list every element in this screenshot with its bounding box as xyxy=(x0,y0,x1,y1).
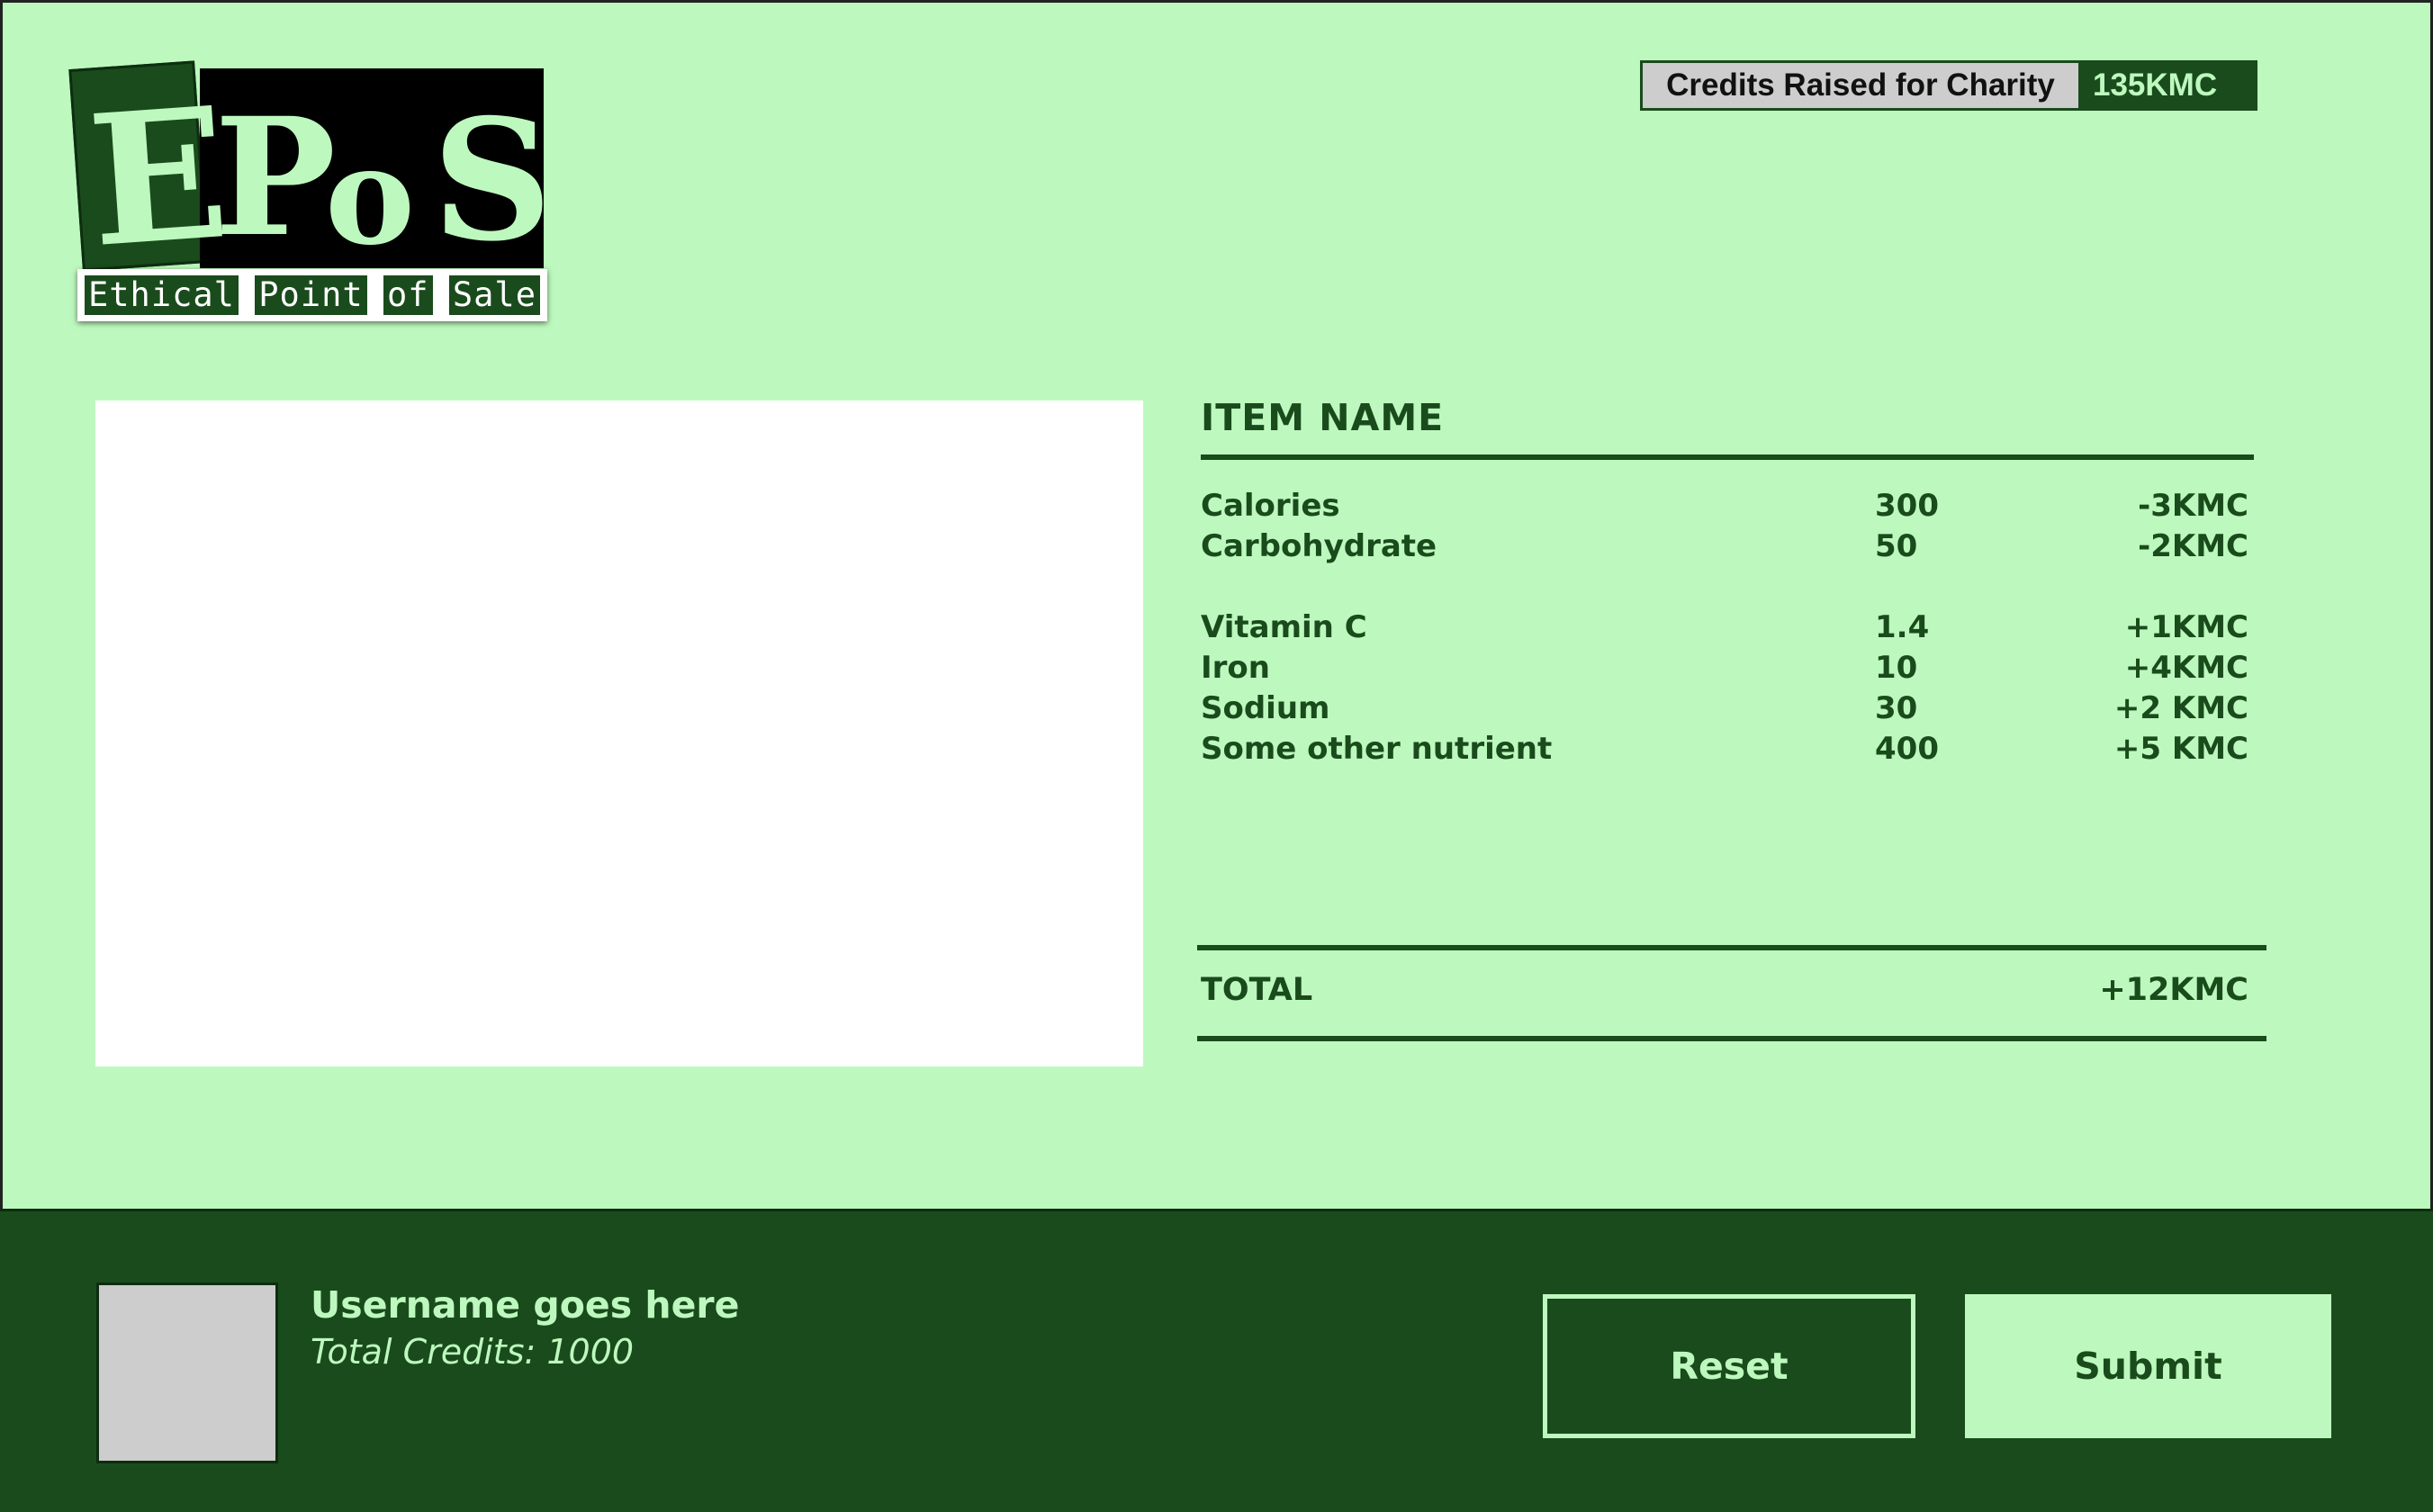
total-value: +12KMC xyxy=(2099,972,2248,1008)
charity-value: 135KMC xyxy=(2078,63,2255,108)
nutrient-name: Carbohydrate xyxy=(1201,528,1437,564)
nutrient-credit: +5 KMC xyxy=(2113,731,2248,767)
nutrient-credit: +4KMC xyxy=(2124,650,2248,686)
footer-bar: Username goes here Total Credits: 1000 R… xyxy=(0,1209,2433,1512)
nutrient-credit: -3KMC xyxy=(2138,488,2248,524)
logo-letter-p: P xyxy=(214,83,337,273)
nutrient-credit: +1KMC xyxy=(2124,609,2248,645)
charity-credits-badge: Credits Raised for Charity 135KMC xyxy=(1640,60,2257,111)
logo-letter-s: S xyxy=(432,82,553,278)
username: Username goes here xyxy=(311,1283,740,1327)
nutrient-row: Carbohydrate 50 -2KMC xyxy=(1201,526,2248,567)
nutrient-name: Iron xyxy=(1201,650,1270,686)
charity-label: Credits Raised for Charity xyxy=(1643,63,2078,108)
tagline-word: Sale xyxy=(448,275,540,315)
nutrient-list: Calories 300 -3KMC Carbohydrate 50 -2KMC… xyxy=(1201,486,2248,770)
nutrient-amount: 30 xyxy=(1875,690,1918,726)
nutrient-row: Calories 300 -3KMC xyxy=(1201,486,2248,526)
logo-tagline: Ethical Point of Sale xyxy=(77,269,547,321)
total-label: TOTAL xyxy=(1201,972,1313,1008)
nutrient-amount: 1.4 xyxy=(1875,609,1930,645)
nutrient-amount: 50 xyxy=(1875,528,1918,564)
divider xyxy=(1197,1036,2266,1041)
nutrient-name: Some other nutrient xyxy=(1201,731,1553,767)
tagline-word: of xyxy=(383,275,433,315)
divider xyxy=(1197,945,2266,950)
nutrient-amount: 10 xyxy=(1875,650,1918,686)
nutrient-row: Vitamin C 1.4 +1KMC xyxy=(1201,608,2248,648)
user-total-credits: Total Credits: 1000 xyxy=(311,1332,635,1372)
submit-button[interactable]: Submit xyxy=(1965,1294,2331,1438)
avatar xyxy=(96,1282,278,1463)
nutrient-row: Iron 10 +4KMC xyxy=(1201,648,2248,688)
divider xyxy=(1201,454,2254,460)
tagline-word: Ethical xyxy=(85,275,239,315)
nutrient-name: Vitamin C xyxy=(1201,609,1367,645)
logo-letter-e: E xyxy=(82,67,235,289)
nutrient-name: Sodium xyxy=(1201,690,1330,726)
item-image-placeholder xyxy=(95,400,1143,1066)
nutrient-row: Some other nutrient 400 +5 KMC xyxy=(1201,729,2248,770)
nutrient-amount: 400 xyxy=(1875,731,1939,767)
reset-button[interactable]: Reset xyxy=(1543,1294,1915,1438)
nutrient-credit: +2 KMC xyxy=(2113,690,2248,726)
nutrient-amount: 300 xyxy=(1875,488,1939,524)
tagline-word: Point xyxy=(255,275,367,315)
nutrient-credit: -2KMC xyxy=(2138,528,2248,564)
item-name-heading: ITEM NAME xyxy=(1201,396,1445,439)
nutrient-row: Sodium 30 +2 KMC xyxy=(1201,688,2248,729)
epos-logo: E P o S Ethical Point of Sale xyxy=(68,60,553,327)
logo-letter-o: o xyxy=(325,117,416,275)
nutrient-name: Calories xyxy=(1201,488,1340,524)
